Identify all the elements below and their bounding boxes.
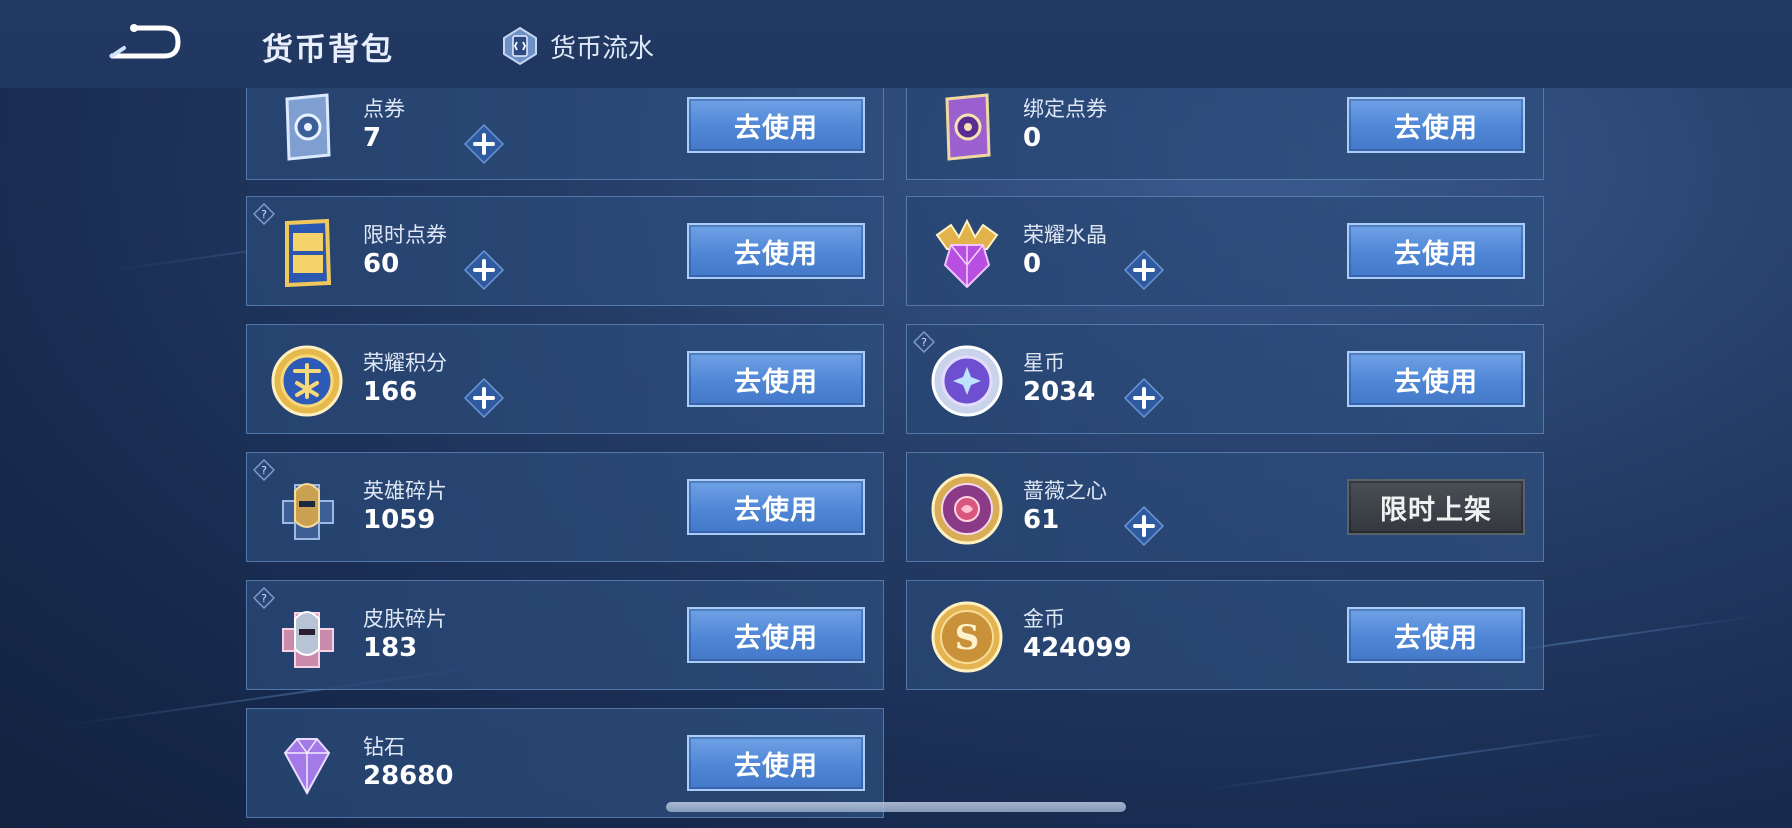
currency-card-glory-crystal: 荣耀水晶 0 去使用 (906, 196, 1544, 306)
use-button[interactable]: 去使用 (1347, 607, 1525, 663)
add-icon[interactable] (1123, 377, 1165, 419)
currency-value: 424099 (1023, 633, 1132, 663)
currency-card-glory-points: 荣耀积分 166 去使用 (246, 324, 884, 434)
currency-list[interactable]: 点券 7 去使用 绑定点券 0 去使用 ? 限时点券 60 去使用 荣耀水晶 0… (0, 88, 1792, 828)
currency-card-gold-coin: S 金币 424099 去使用 (906, 580, 1544, 690)
voucher-icon (285, 93, 331, 161)
currency-name: 绑定点券 (1023, 97, 1107, 121)
svg-text:?: ? (261, 208, 267, 221)
skin-fragment-icon (282, 611, 334, 668)
currency-flow-label: 货币流水 (550, 33, 655, 64)
use-button[interactable]: 去使用 (1347, 97, 1525, 153)
gold-coin-icon: S (931, 601, 1003, 673)
currency-value: 28680 (363, 761, 454, 791)
currency-value: 60 (363, 249, 400, 279)
use-button[interactable]: 去使用 (1347, 351, 1525, 407)
currency-name: 点券 (363, 97, 405, 121)
currency-value: 0 (1023, 123, 1042, 153)
use-button[interactable]: 去使用 (687, 97, 865, 153)
currency-flow-icon (503, 26, 537, 66)
scrollbar[interactable] (666, 802, 1126, 812)
currency-flow-tab[interactable]: 货币流水 (500, 26, 654, 66)
use-button[interactable]: 去使用 (687, 351, 865, 407)
diamond-icon (283, 738, 331, 796)
back-arrow-icon (109, 24, 181, 59)
star-coin-icon (931, 345, 1003, 417)
currency-card-rose-heart: 蔷薇之心 61 限时上架 (906, 452, 1544, 562)
currency-name: 钻石 (363, 735, 405, 759)
add-icon[interactable] (463, 123, 505, 165)
bound-voucher-icon (945, 93, 991, 161)
add-icon[interactable] (463, 249, 505, 291)
use-button[interactable]: 去使用 (1347, 223, 1525, 279)
currency-value: 2034 (1023, 377, 1096, 407)
add-icon[interactable] (463, 377, 505, 419)
currency-name: 皮肤碎片 (363, 607, 447, 631)
svg-text:S: S (955, 618, 980, 658)
svg-text:?: ? (261, 592, 267, 605)
glory-points-icon (271, 345, 343, 417)
currency-card-bound-voucher: 绑定点券 0 去使用 (906, 88, 1544, 180)
back-button[interactable] (104, 20, 184, 64)
currency-name: 限时点券 (363, 223, 447, 247)
currency-name: 荣耀水晶 (1023, 223, 1107, 247)
use-button[interactable]: 去使用 (687, 735, 865, 791)
glory-crystal-icon (935, 218, 999, 289)
currency-value: 7 (363, 123, 382, 153)
currency-name: 蔷薇之心 (1023, 479, 1107, 503)
hero-fragment-icon (282, 483, 334, 540)
use-button[interactable]: 去使用 (687, 223, 865, 279)
currency-card-star-coin: ? 星币 2034 去使用 (906, 324, 1544, 434)
currency-name: 英雄碎片 (363, 479, 447, 503)
svg-text:?: ? (261, 464, 267, 477)
currency-name: 金币 (1023, 607, 1065, 631)
currency-card-limited-voucher: ? 限时点券 60 去使用 (246, 196, 884, 306)
svg-text:?: ? (921, 336, 927, 349)
use-button[interactable]: 去使用 (687, 607, 865, 663)
currency-value: 61 (1023, 505, 1060, 535)
add-icon[interactable] (1123, 505, 1165, 547)
add-icon[interactable] (1123, 249, 1165, 291)
limited-listing-button[interactable]: 限时上架 (1347, 479, 1525, 535)
currency-value: 0 (1023, 249, 1042, 279)
currency-value: 1059 (363, 505, 436, 535)
currency-card-voucher: 点券 7 去使用 (246, 88, 884, 180)
currency-card-hero-fragment: ? 英雄碎片 1059 去使用 (246, 452, 884, 562)
page-title: 货币背包 (262, 32, 394, 68)
currency-name: 星币 (1023, 351, 1065, 375)
currency-card-skin-fragment: ? 皮肤碎片 183 去使用 (246, 580, 884, 690)
currency-value: 166 (363, 377, 418, 407)
currency-value: 183 (363, 633, 418, 663)
top-bar: 货币背包 货币流水 (0, 0, 1792, 88)
currency-name: 荣耀积分 (363, 351, 447, 375)
limited-voucher-icon (285, 218, 332, 288)
use-button[interactable]: 去使用 (687, 479, 865, 535)
rose-heart-icon (931, 473, 1003, 545)
